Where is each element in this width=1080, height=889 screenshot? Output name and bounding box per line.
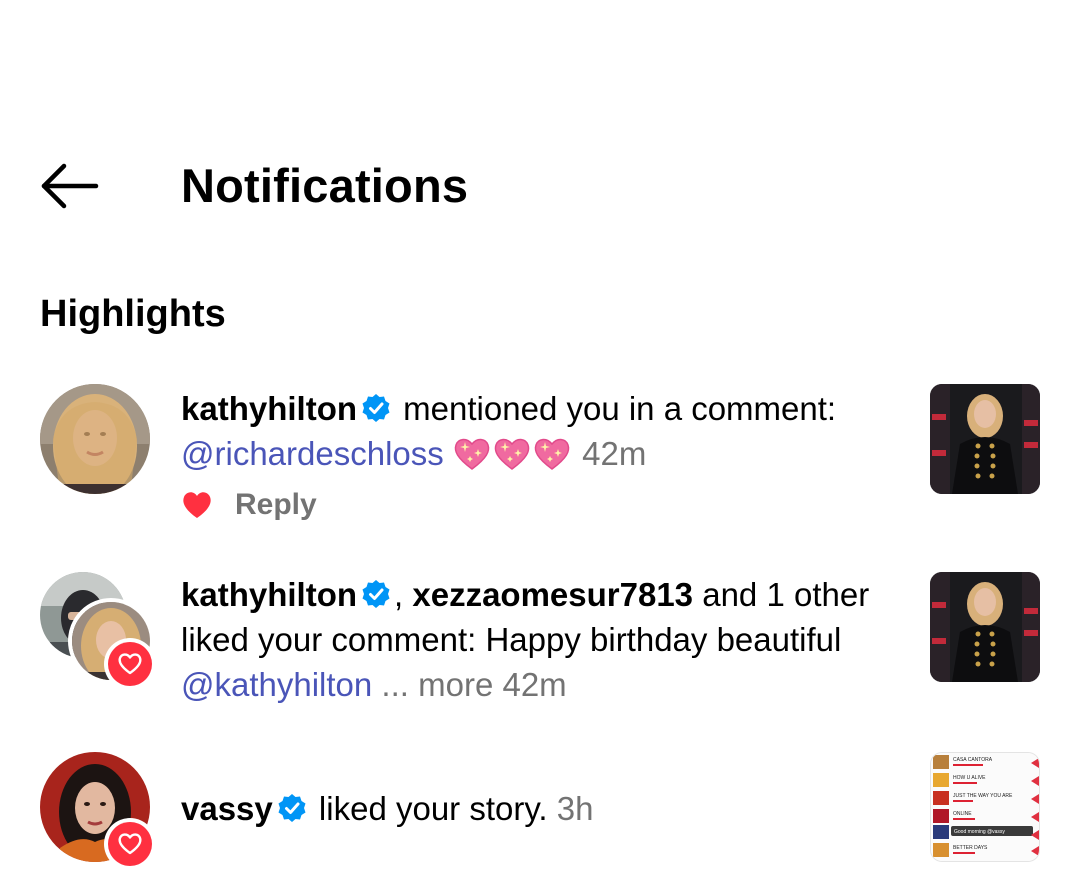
back-button[interactable]	[36, 162, 104, 210]
more-link[interactable]: ... more	[372, 666, 493, 703]
section-title-highlights: Highlights	[40, 293, 226, 335]
page-title: Notifications	[181, 159, 469, 212]
notification-actions: Reply	[181, 484, 317, 526]
timestamp: 42m	[502, 666, 567, 703]
post-thumbnail[interactable]	[930, 572, 1040, 682]
username[interactable]: xezzaomesur7813	[412, 576, 693, 613]
post-thumbnail[interactable]	[930, 384, 1040, 494]
notification-text: vassy liked your story. 3h	[181, 786, 901, 831]
sparkling-heart-emoji	[454, 438, 490, 470]
action-text: liked your story.	[309, 790, 548, 827]
sparkling-heart-emoji	[534, 438, 570, 470]
notifications-screen: Notifications Highlights kathyhilton men…	[0, 0, 1080, 889]
heart-icon[interactable]	[181, 490, 213, 520]
notification-text: kathyhilton mentioned you in a comment: …	[181, 386, 901, 476]
username[interactable]: kathyhilton	[181, 576, 357, 613]
notification-item[interactable]: vassy liked your story. 3h CASA CANTORA …	[0, 752, 1080, 872]
heart-icon	[118, 653, 142, 675]
story-row-title: ONLINE	[953, 811, 972, 817]
heart-badge	[104, 638, 156, 690]
username[interactable]: vassy	[181, 790, 273, 827]
story-row-title: BETTER DAYS	[953, 845, 988, 851]
notification-item[interactable]: kathyhilton mentioned you in a comment: …	[0, 384, 1080, 534]
sparkling-heart-emoji	[494, 438, 530, 470]
mention-link[interactable]: @richardeschloss	[181, 435, 444, 472]
verified-badge-icon	[362, 580, 390, 608]
timestamp: 42m	[582, 435, 647, 472]
emoji-group	[453, 435, 573, 472]
story-row-title: JUST THE WAY YOU ARE	[953, 793, 1013, 799]
header: Notifications	[0, 140, 1080, 230]
avatar-kathyhilton[interactable]	[40, 384, 150, 494]
arrow-left-icon	[41, 163, 99, 209]
separator: ,	[394, 576, 404, 613]
notification-item[interactable]: kathyhilton, xezzaomesur7813 and 1 other…	[0, 572, 1080, 703]
heart-badge	[104, 818, 156, 870]
story-thumbnail[interactable]: CASA CANTORA HOW U ALIVE JUST THE WAY YO…	[930, 752, 1040, 862]
story-row-title: CASA CANTORA	[953, 757, 993, 763]
timestamp: 3h	[556, 790, 594, 827]
mention-link[interactable]: @kathyhilton	[181, 666, 372, 703]
heart-icon	[118, 833, 142, 855]
story-sticker-text: Good morning @vassy	[954, 829, 1005, 835]
username[interactable]: kathyhilton	[181, 390, 357, 427]
action-text: mentioned you in a comment:	[394, 390, 837, 427]
verified-badge-icon	[278, 794, 306, 822]
verified-badge-icon	[362, 394, 390, 422]
story-row-title: HOW U ALIVE	[953, 775, 986, 781]
notification-text: kathyhilton, xezzaomesur7813 and 1 other…	[181, 572, 901, 707]
reply-button[interactable]: Reply	[235, 488, 317, 522]
